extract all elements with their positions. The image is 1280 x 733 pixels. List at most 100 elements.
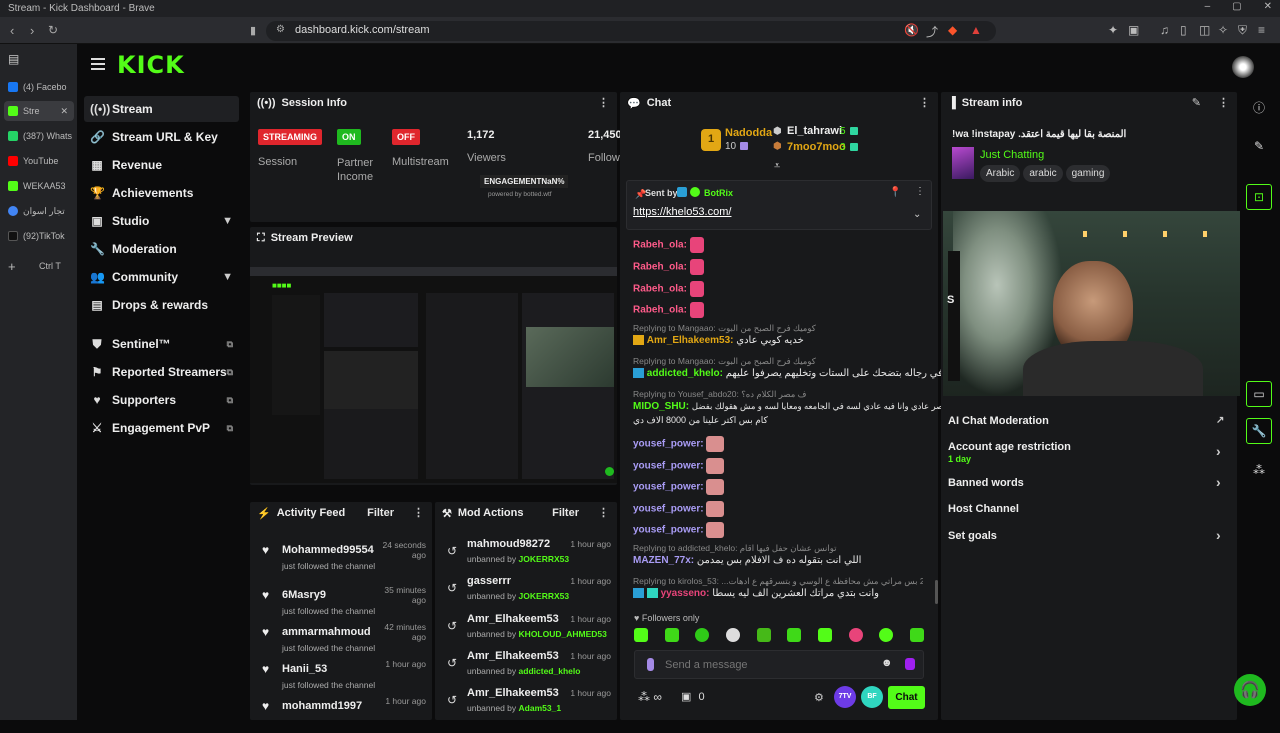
tag[interactable]: gaming (1065, 165, 1111, 182)
chat-username[interactable]: MAZEN_77x: (633, 555, 694, 566)
tab-panel-icon[interactable]: ▤ (8, 52, 19, 66)
chat-username[interactable]: Amr_Elhakeem53: (647, 335, 734, 346)
more-menu-icon[interactable]: ⋮ (1218, 96, 1229, 109)
mod-target-user[interactable]: Amr_Elhakeem53 (467, 650, 559, 662)
category-name[interactable]: Just Chatting (980, 149, 1044, 161)
reply-context[interactable]: Replying to Mangaao: كوميك فرح الصبح من … (633, 323, 816, 334)
nav-sentinel[interactable]: ⛊ Sentinel™ ⧉ (84, 331, 239, 357)
close-window-icon[interactable]: ✕ (1264, 1, 1272, 12)
hamburger-menu-icon[interactable] (91, 58, 105, 70)
expand-pinned-icon[interactable]: ⌄ (913, 209, 921, 220)
address-bar[interactable]: ⚙ dashboard.kick.com/stream (266, 21, 996, 41)
browser-tab[interactable]: (4) Facebo (4, 77, 74, 97)
chat-username[interactable]: Rabeh_ola: (633, 284, 687, 295)
chat-username[interactable]: Rabeh_ola: (633, 262, 687, 273)
forward-icon[interactable]: › (30, 23, 34, 38)
mute-tab-icon[interactable]: 🔇 (904, 23, 919, 37)
more-menu-icon[interactable]: ⋮ (598, 96, 609, 109)
back-icon[interactable]: ‹ (10, 23, 14, 38)
activity-user[interactable]: mohammd1997 (282, 700, 362, 712)
emote-icon[interactable] (634, 628, 648, 642)
mod-target-user[interactable]: gasserrr (467, 575, 511, 587)
mod-moderator[interactable]: addicted_khelo (519, 666, 581, 676)
reply-context[interactable]: Replying to kirolos_53: ...ن بفيض 20 بس … (633, 576, 923, 587)
activity-user[interactable]: ammarmahmoud (282, 626, 371, 638)
chat-username[interactable]: addicted_khelo: (647, 368, 723, 379)
emote-icon[interactable] (725, 628, 740, 642)
bookmark-icon[interactable]: ▮ (250, 24, 256, 37)
browser-tab[interactable]: تجار اسوان (4, 201, 74, 221)
host-channel-row[interactable]: Host Channel (948, 503, 1019, 515)
emote-icon[interactable] (817, 628, 832, 642)
7tv-button[interactable]: 7TV (834, 686, 856, 708)
chat-users-icon[interactable]: ⁂ ∞ (638, 690, 662, 704)
stream-preview-video[interactable]: ■■■■ (250, 267, 617, 483)
emote-icon[interactable] (848, 628, 863, 642)
info-rail-icon[interactable]: ⓘ (1246, 94, 1272, 120)
reply-context[interactable]: Replying to addicted_khelo: توانس عشان ح… (633, 543, 836, 554)
pinned-user[interactable]: BotRix (704, 188, 733, 198)
nav-stream-url-key[interactable]: 🔗 Stream URL & Key (84, 124, 239, 150)
chat-username[interactable]: yousef_power: (633, 504, 704, 515)
bf-button[interactable]: BF (861, 686, 883, 708)
minimize-icon[interactable]: – (1205, 1, 1211, 12)
nav-revenue[interactable]: ▦ Revenue (84, 152, 239, 178)
pinned-menu-icon[interactable]: ⋮ (915, 186, 925, 197)
emote-icon[interactable] (695, 628, 710, 642)
emoji-icon[interactable]: ☻ (881, 657, 893, 669)
tag[interactable]: Arabic (980, 165, 1021, 182)
support-headset-icon[interactable]: 🎧 (1234, 674, 1266, 706)
chat-username[interactable]: MIDO_SHU: (633, 401, 689, 412)
sidebar-toggle-icon[interactable]: ▯ (1180, 23, 1187, 37)
browser-menu-icon[interactable]: ≡ (1258, 23, 1265, 37)
edit-icon[interactable]: ✎ (1192, 96, 1201, 109)
chat-username[interactable]: yyasseno: (661, 588, 710, 599)
nav-achievements[interactable]: 🏆 Achievements (84, 180, 239, 206)
emote-icon[interactable] (664, 628, 679, 642)
screenshot-icon[interactable]: ▣ (1128, 23, 1139, 37)
mod-target-user[interactable]: Amr_Elhakeem53 (467, 687, 559, 699)
screen-rail-icon[interactable]: ⊡ (1246, 184, 1272, 210)
activity-user[interactable]: Hanii_53 (282, 663, 327, 675)
mod-moderator[interactable]: Adam53_1 (519, 703, 562, 713)
gifter-3-name[interactable]: 7moo7moo (787, 141, 846, 153)
send-chat-button[interactable]: Chat (888, 686, 925, 709)
browser-tab[interactable]: (387) Whats (4, 126, 74, 146)
browser-tab[interactable]: (92)TikTok (4, 226, 74, 246)
kick-logo[interactable]: KICK (117, 51, 185, 79)
browser-tab[interactable]: WEKAA53 (4, 176, 74, 196)
chat-username[interactable]: Rabeh_ola: (633, 240, 687, 251)
banned-words-row[interactable]: Banned words › (948, 474, 1221, 490)
nav-stream[interactable]: ((•)) Stream (84, 96, 239, 122)
chat-username[interactable]: yousef_power: (633, 482, 704, 493)
set-goals-row[interactable]: Set goals › (948, 527, 1221, 543)
share-icon[interactable]: ⤴ (926, 23, 938, 40)
emote-icon[interactable] (879, 628, 894, 642)
media-icon[interactable]: ♫ (1160, 23, 1169, 37)
collapse-leaderboard-icon[interactable]: ⩡ (774, 160, 780, 173)
mod-target-user[interactable]: Amr_Elhakeem53 (467, 613, 559, 625)
nodes-rail-icon[interactable]: ⁂ (1246, 457, 1272, 483)
nav-engagement-pvp[interactable]: ⚔ Engagement PvP ⧉ (84, 415, 239, 441)
chat-username[interactable]: yousef_power: (633, 525, 704, 536)
more-menu-icon[interactable]: ⋮ (598, 506, 609, 519)
chat-scrollbar[interactable] (935, 580, 938, 604)
site-settings-icon[interactable]: ⚙ (276, 24, 285, 35)
pinned-link[interactable]: https://khelo53.com/ (633, 206, 731, 218)
reply-context[interactable]: Replying to Yousef_abdo20: ف مصر الكلام … (633, 389, 806, 400)
nav-drops-rewards[interactable]: ▤ Drops & rewards (84, 292, 239, 318)
wrench-rail-icon[interactable]: 🔧 (1246, 418, 1272, 444)
account-age-row[interactable]: Account age restriction 1 day › (948, 441, 1221, 464)
chat-username[interactable]: yousef_power: (633, 439, 704, 450)
brave-shields-icon[interactable]: ◆ (948, 23, 957, 37)
nav-reported-streamers[interactable]: ⚑ Reported Streamers ⧉ (84, 359, 239, 385)
wallet-icon[interactable]: ◫ (1199, 23, 1210, 37)
more-menu-icon[interactable]: ⋮ (919, 96, 930, 109)
kick-emote-icon[interactable] (905, 658, 915, 670)
tag[interactable]: arabic (1023, 165, 1063, 182)
gifter-2-name[interactable]: El_tahrawi (787, 125, 842, 137)
close-tab-icon[interactable]: ✕ (60, 106, 68, 117)
leo-ai-icon[interactable]: ✧ (1218, 23, 1228, 37)
emote-icon[interactable] (909, 628, 924, 642)
brave-rewards-icon[interactable]: ▲ (970, 23, 982, 37)
